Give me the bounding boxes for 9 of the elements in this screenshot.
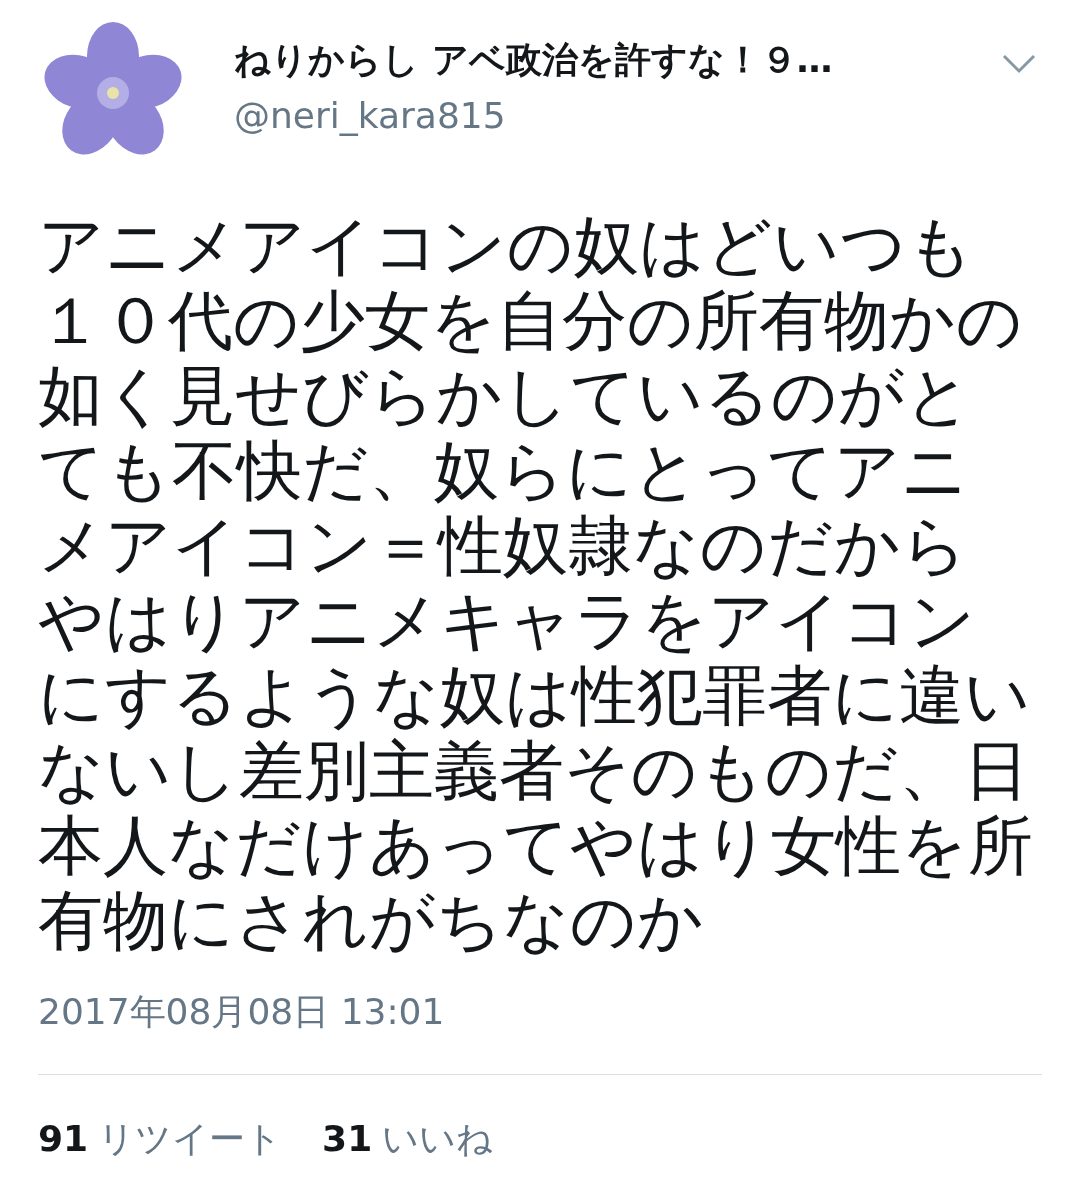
stat-count: 31 <box>322 1117 373 1161</box>
tweet-text: アニメアイコンの奴はどいつも１０代の少女を自分の所有物かの如く見せびらかしているのがとても不快だ、奴らにとってアニメアイコン＝性奴隷なのだからやはりアニメキャラをアイコンにするような奴は性犯罪者に違いないし差別主義者そのものだ、日本人なだけあってやはり女性を所有物にされがちなのか <box>38 208 1033 958</box>
stat-label[interactable]: リツイート <box>98 1115 283 1163</box>
user-name: ねりからし アベ政治を許すな！９… <box>234 38 834 82</box>
user-handle: @neri_kara815 <box>234 94 507 138</box>
chevron-down-icon[interactable] <box>1002 54 1036 74</box>
timestamp: 2017年08月08日 13:01 <box>38 990 446 1034</box>
stat-count: 91 <box>38 1117 89 1161</box>
stat-label[interactable]: いいね <box>382 1115 494 1163</box>
